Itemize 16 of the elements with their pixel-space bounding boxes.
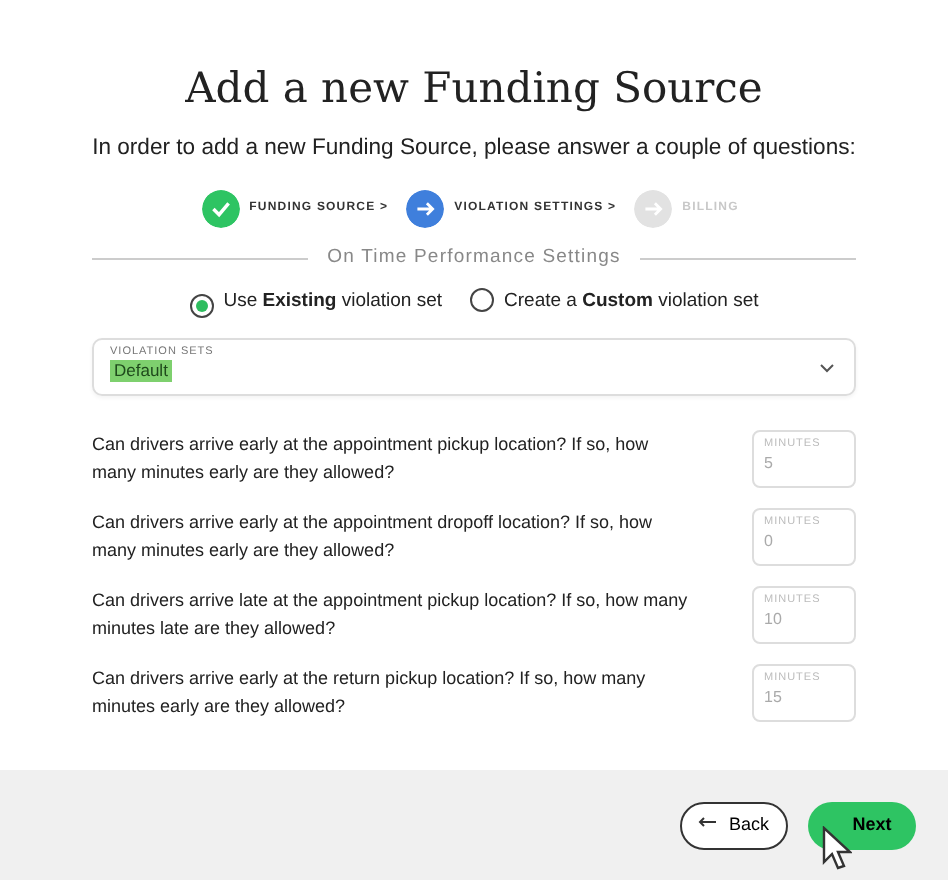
question-text: Can drivers arrive early at the appointment dropoff location? If so, how many minutes early are they allowed? (92, 510, 654, 565)
radio-button[interactable] (189, 294, 214, 319)
question-text: Can drivers arrive late at the appointment pickup location? If so, how many minutes late are they allowed? (92, 588, 690, 643)
radio-label: Create a Custom violation set (504, 290, 759, 313)
subtitle: In order to add a new Funding Source, please answer a couple of questions: (90, 134, 858, 164)
section-title: On Time Performance Settings (327, 243, 621, 272)
question-text: Can drivers arrive early at the return pickup location? If so, how many minutes early are they allowed? (92, 666, 648, 721)
question-text: Can drivers arrive early at the appointment pickup location? If so, how many minutes early are they allowed? (92, 432, 651, 487)
back-button[interactable]: Back (680, 801, 788, 849)
radio-label: Use Existing violation set (223, 290, 443, 313)
radio-button[interactable] (470, 288, 495, 313)
chevron-down-icon (820, 364, 834, 375)
next-button[interactable]: Next (808, 801, 916, 849)
cursor-icon (820, 826, 852, 874)
page-title: Add a new Funding Source (183, 62, 765, 116)
arrow-left-icon (698, 815, 717, 828)
